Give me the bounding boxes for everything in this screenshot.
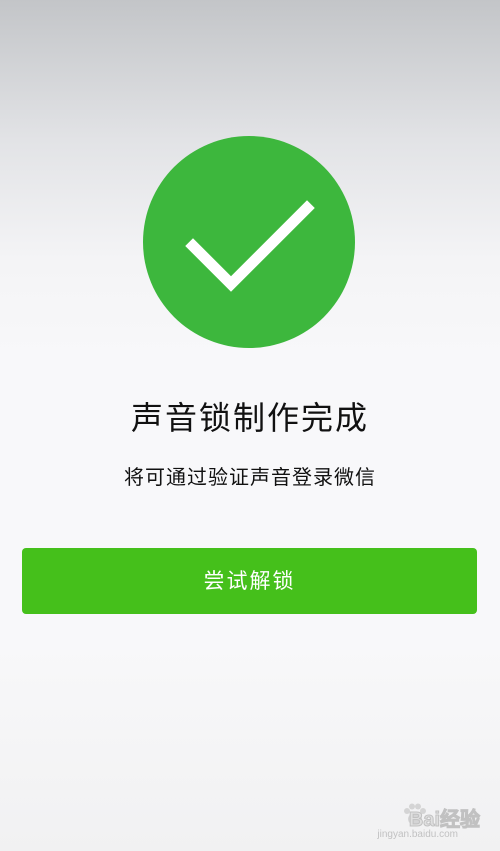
page-title: 声音锁制作完成 xyxy=(130,399,369,437)
page-subtitle: 将可通过验证声音登录微信 xyxy=(124,465,376,489)
try-unlock-button[interactable]: 尝试解锁 xyxy=(22,548,477,614)
watermark-url: jingyan.baidu.com xyxy=(377,829,458,840)
baidu-jingyan-watermark: Bai经验 jingyan.baidu.com xyxy=(356,803,486,843)
checkmark-icon xyxy=(185,200,315,292)
success-circle xyxy=(143,136,355,348)
voice-lock-complete-screen: 声音锁制作完成 将可通过验证声音登录微信 尝试解锁 Bai经验 jingyan.… xyxy=(0,0,500,851)
watermark-text: Bai经验 xyxy=(408,809,480,832)
